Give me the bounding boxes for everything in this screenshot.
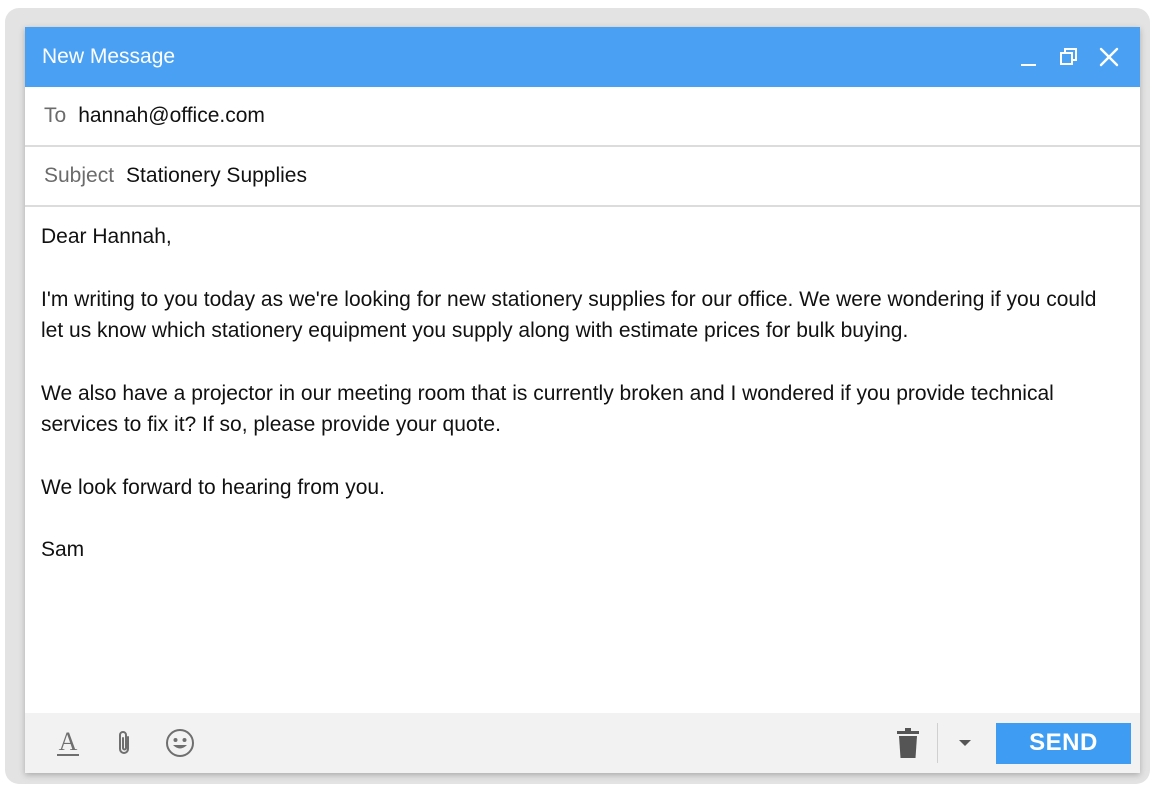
body-paragraph: I'm writing to you today as we're lookin… bbox=[41, 287, 1097, 343]
compose-window: New Message To hannah@office.com Subject… bbox=[25, 27, 1140, 773]
message-body[interactable]: Dear Hannah, I'm writing to you today as… bbox=[25, 207, 1140, 689]
close-icon[interactable] bbox=[1096, 44, 1122, 70]
subject-label: Subject bbox=[44, 164, 115, 187]
to-label: To bbox=[44, 104, 67, 127]
body-paragraph: We also have a projector in our meeting … bbox=[41, 381, 1054, 437]
body-signature: Sam bbox=[41, 538, 85, 561]
formatting-tools: A bbox=[25, 728, 893, 758]
trash-icon[interactable] bbox=[893, 723, 923, 763]
send-button[interactable]: SEND bbox=[996, 722, 1131, 764]
body-greeting: Dear Hannah, bbox=[41, 225, 172, 248]
compose-toolbar: A SEND bbox=[25, 713, 1140, 773]
text-format-icon[interactable]: A bbox=[53, 728, 83, 758]
svg-text:A: A bbox=[59, 728, 78, 756]
minimize-icon[interactable] bbox=[1016, 44, 1042, 70]
to-field[interactable]: hannah@office.com bbox=[78, 104, 1140, 128]
title-bar: New Message bbox=[25, 27, 1140, 87]
attachment-icon[interactable] bbox=[109, 728, 139, 758]
window-title: New Message bbox=[42, 45, 176, 68]
chevron-down-icon[interactable] bbox=[950, 728, 980, 758]
emoji-icon[interactable] bbox=[165, 728, 195, 758]
send-tools: SEND bbox=[893, 713, 1140, 773]
subject-row: Subject Stationery Supplies bbox=[25, 147, 1140, 207]
toolbar-divider bbox=[937, 723, 938, 763]
body-paragraph: We look forward to hearing from you. bbox=[41, 475, 385, 499]
window-controls bbox=[1016, 44, 1122, 70]
subject-field[interactable]: Stationery Supplies bbox=[126, 164, 1140, 188]
restore-icon[interactable] bbox=[1056, 44, 1082, 70]
to-row: To hannah@office.com bbox=[25, 87, 1140, 147]
